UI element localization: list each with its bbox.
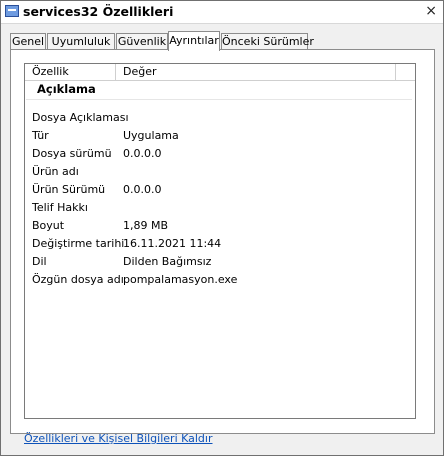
list-item[interactable]: Tür Uygulama [32,127,412,145]
list-item[interactable]: Boyut 1,89 MB [32,217,412,235]
column-header-property[interactable]: Özellik [25,64,116,80]
list-item[interactable]: Dil Dilden Bağımsız [32,253,412,271]
property-name: Ürün Sürümü [32,183,106,196]
details-panel: Özellik Değer Açıklama Dosya Açıklaması … [10,49,435,434]
list-item[interactable]: Ürün adı [32,163,412,181]
list-header: Özellik Değer [25,64,415,81]
details-list: Özellik Değer Açıklama Dosya Açıklaması … [24,63,416,419]
property-name: Tür [32,129,49,142]
property-name: Ürün adı [32,165,79,178]
section-divider [26,99,412,100]
remove-properties-link[interactable]: Özellikleri ve Kişisel Bilgileri Kaldır [24,432,213,445]
property-name: Özgün dosya adı [32,273,124,286]
property-name: Değiştirme tarihi [32,237,125,250]
list-item[interactable]: Değiştirme tarihi 16.11.2021 11:44 [32,235,412,253]
column-header-filler [396,64,415,80]
property-value: 0.0.0.0 [123,147,162,160]
window-icon [5,5,19,17]
property-value: 16.11.2021 11:44 [123,237,222,250]
list-item[interactable]: Dosya Açıklaması [32,109,412,127]
list-item[interactable]: Telif Hakkı [32,199,412,217]
list-item[interactable]: Ürün Sürümü 0.0.0.0 [32,181,412,199]
list-item[interactable]: Dosya sürümü 0.0.0.0 [32,145,412,163]
property-value: pompalamasyon.exe [123,273,238,286]
tab-ayrintilar[interactable]: Ayrıntılar [168,31,220,51]
property-name: Telif Hakkı [32,201,88,214]
column-header-value[interactable]: Değer [116,64,396,80]
property-name: Boyut [32,219,65,232]
properties-window: services32 Özellikleri × Genel Uyumluluk… [0,0,444,456]
property-value: 0.0.0.0 [123,183,162,196]
property-name: Dosya Açıklaması [32,111,129,124]
property-name: Dil [32,255,47,268]
section-heading: Açıklama [37,82,96,96]
tab-genel[interactable]: Genel [10,33,46,50]
title-bar: services32 Özellikleri × [1,1,443,24]
property-name: Dosya sürümü [32,147,112,160]
tab-uyumluluk[interactable]: Uyumluluk [47,33,115,50]
tab-guvenlik[interactable]: Güvenlik [116,33,168,50]
tab-onceki-surumler[interactable]: Önceki Sürümler [221,33,314,50]
close-icon[interactable]: × [425,3,437,19]
window-title: services32 Özellikleri [23,4,174,19]
property-value: 1,89 MB [123,219,169,232]
property-value: Uygulama [123,129,179,142]
property-value: Dilden Bağımsız [123,255,212,268]
list-item[interactable]: Özgün dosya adı pompalamasyon.exe [32,271,412,289]
